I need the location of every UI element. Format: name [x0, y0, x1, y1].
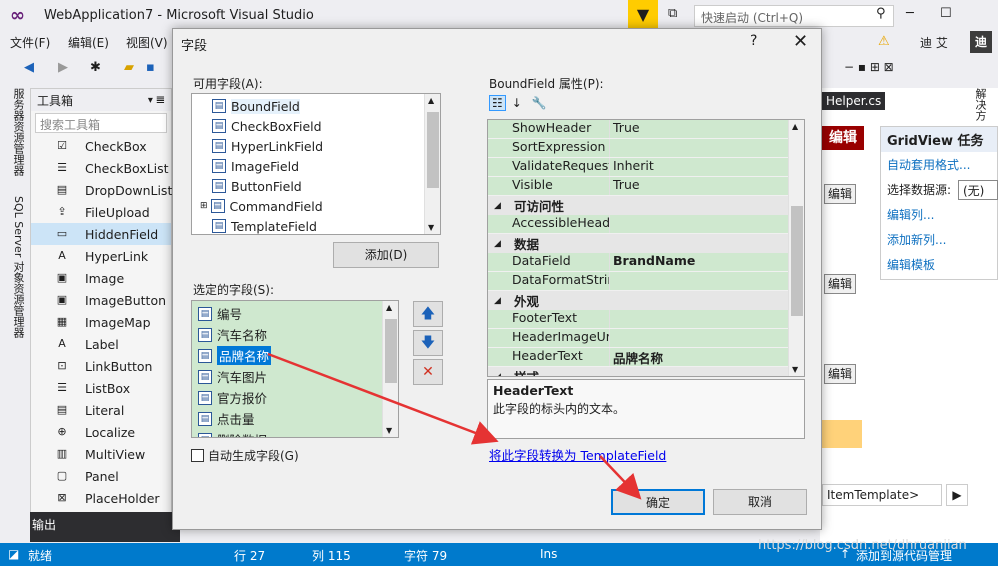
annotation-arrow-2 [599, 455, 642, 500]
annotation-arrow-1 [267, 352, 499, 445]
annotation-arrows [267, 352, 642, 500]
